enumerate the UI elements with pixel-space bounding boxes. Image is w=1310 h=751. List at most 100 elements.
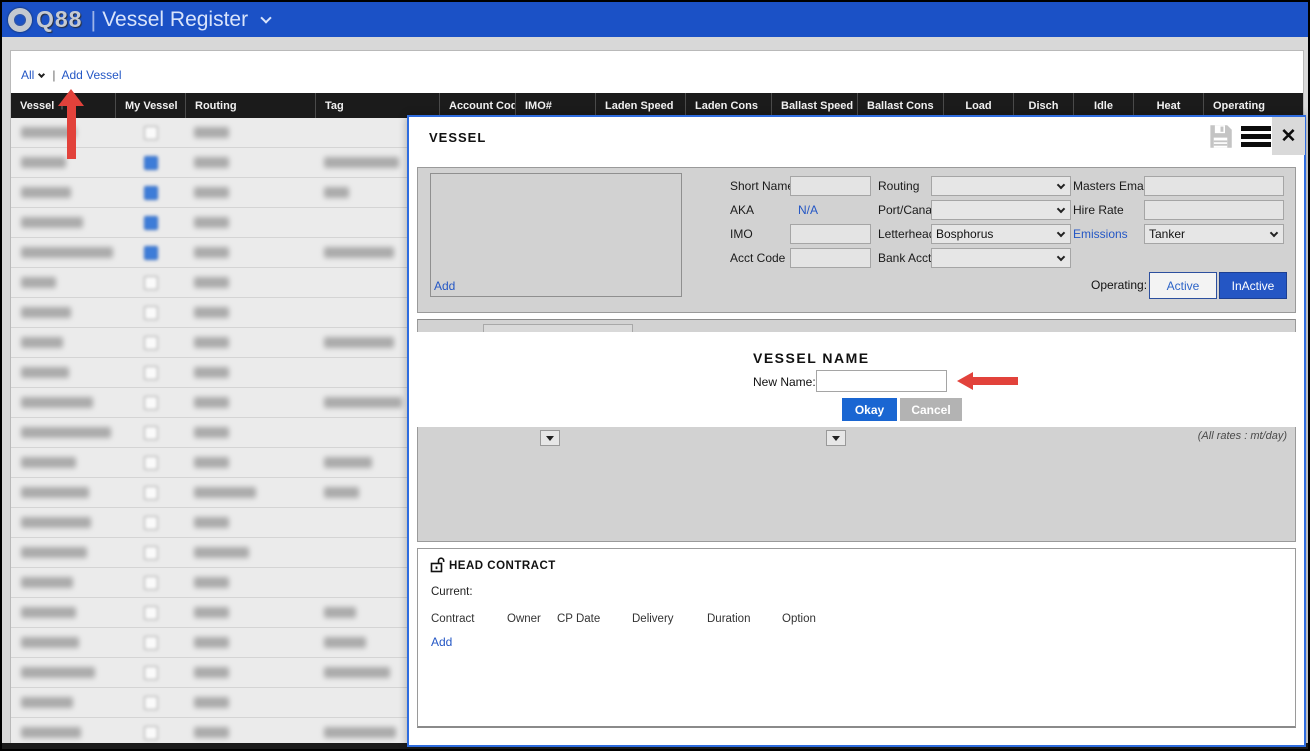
hire-rate-input[interactable] — [1144, 200, 1284, 220]
menu-icon[interactable] — [1241, 126, 1271, 147]
chevron-down-icon — [1057, 228, 1065, 236]
my-vessel-checkbox[interactable] — [144, 306, 158, 320]
chevron-down-icon — [1057, 252, 1065, 260]
my-vessel-checkbox[interactable] — [144, 276, 158, 290]
my-vessel-checkbox[interactable] — [144, 696, 158, 710]
redacted-text — [21, 367, 69, 378]
redacted-text — [324, 607, 356, 618]
redacted-text — [194, 577, 229, 588]
add-vessel-link[interactable]: Add Vessel — [61, 68, 121, 82]
contract-column-delivery: Delivery — [632, 613, 707, 625]
my-vessel-checkbox[interactable] — [144, 726, 158, 740]
redacted-text — [324, 247, 394, 258]
port-canal-label: Port/Canal — [878, 203, 935, 217]
masters-email-input[interactable] — [1144, 176, 1284, 196]
modal-title: VESSEL — [429, 130, 486, 145]
my-vessel-checkbox[interactable] — [144, 426, 158, 440]
close-button[interactable]: ✕ — [1272, 117, 1305, 155]
q88-logo-ring-icon — [8, 8, 32, 32]
my-vessel-checkbox[interactable] — [144, 456, 158, 470]
vessel-photo-placeholder: Add — [430, 173, 682, 297]
my-vessel-checkbox[interactable] — [144, 126, 158, 140]
my-vessel-checkbox[interactable] — [144, 666, 158, 680]
rate-dropdown-button[interactable] — [540, 430, 560, 446]
app-menu-chevron-down-icon[interactable] — [260, 12, 271, 23]
letterhead-select[interactable]: Bosphorus — [931, 224, 1071, 244]
routing-select[interactable] — [931, 176, 1071, 196]
my-vessel-checkbox[interactable] — [144, 396, 158, 410]
contract-column-option: Option — [782, 613, 842, 625]
my-vessel-checkbox[interactable] — [144, 606, 158, 620]
imo-input[interactable] — [790, 224, 871, 244]
cancel-button[interactable]: Cancel — [900, 398, 962, 421]
triangle-down-icon — [546, 436, 554, 441]
add-contract-link[interactable]: Add — [431, 635, 452, 649]
redacted-text — [324, 187, 349, 198]
redacted-text — [194, 547, 249, 558]
my-vessel-checkbox[interactable] — [144, 516, 158, 530]
redacted-text — [194, 187, 229, 198]
contract-column-cp-date: CP Date — [557, 613, 632, 625]
redacted-text — [21, 577, 73, 588]
my-vessel-checkbox[interactable] — [144, 486, 158, 500]
vessel-info-panel: Add Short Name AKA N/A IMO Acct Code Rou… — [417, 167, 1296, 313]
imo-label: IMO — [730, 227, 753, 241]
dialog-title: VESSEL NAME — [753, 350, 870, 366]
filter-chevron-down-icon[interactable] — [38, 70, 45, 77]
filter-all-dropdown[interactable]: All — [21, 68, 34, 82]
unlock-icon[interactable] — [430, 556, 445, 573]
redacted-text — [194, 607, 229, 618]
redacted-text — [194, 337, 229, 348]
redacted-text — [194, 127, 229, 138]
my-vessel-checkbox[interactable] — [144, 156, 158, 170]
acct-code-input[interactable] — [790, 248, 871, 268]
q88-logo: Q88 — [36, 6, 82, 33]
redacted-text — [21, 457, 76, 468]
list-toolbar: All | Add Vessel — [21, 68, 122, 82]
emissions-link[interactable]: Emissions — [1073, 227, 1128, 241]
save-icon[interactable] — [1207, 123, 1234, 150]
current-label: Current: — [431, 586, 473, 598]
column-header-my-vessel[interactable]: My Vessel — [116, 93, 186, 118]
bank-acct-select[interactable] — [931, 248, 1071, 268]
letterhead-label: Letterhead — [878, 227, 935, 241]
column-header-routing[interactable]: Routing — [186, 93, 316, 118]
rate-dropdown-button[interactable] — [826, 430, 846, 446]
add-photo-link[interactable]: Add — [434, 279, 455, 293]
redacted-text — [324, 667, 390, 678]
redacted-text — [21, 697, 73, 708]
my-vessel-checkbox[interactable] — [144, 576, 158, 590]
redacted-text — [194, 367, 229, 378]
my-vessel-checkbox[interactable] — [144, 546, 158, 560]
my-vessel-checkbox[interactable] — [144, 336, 158, 350]
redacted-text — [324, 637, 366, 648]
short-name-input[interactable] — [790, 176, 871, 196]
my-vessel-checkbox[interactable] — [144, 366, 158, 380]
redacted-text — [21, 247, 113, 258]
routing-label: Routing — [878, 179, 919, 193]
my-vessel-checkbox[interactable] — [144, 636, 158, 650]
chevron-down-icon — [1057, 204, 1065, 212]
operating-label: Operating: — [1091, 278, 1147, 292]
port-canal-select[interactable] — [931, 200, 1071, 220]
app-header: Q88 | Vessel Register — [2, 2, 1308, 37]
redacted-text — [21, 637, 79, 648]
annotation-arrow-up-icon — [58, 89, 84, 161]
page-title: Vessel Register — [102, 8, 248, 32]
my-vessel-checkbox[interactable] — [144, 216, 158, 230]
redacted-text — [194, 397, 229, 408]
title-separator: | — [90, 7, 96, 33]
vessel-type-select[interactable]: Tanker — [1144, 224, 1284, 244]
redacted-text — [194, 697, 229, 708]
aka-value-link[interactable]: N/A — [798, 203, 818, 217]
redacted-text — [194, 157, 229, 168]
operating-active-button[interactable]: Active — [1149, 272, 1217, 299]
operating-inactive-button[interactable]: InActive — [1219, 272, 1287, 299]
my-vessel-checkbox[interactable] — [144, 186, 158, 200]
redacted-text — [194, 217, 229, 228]
new-name-input[interactable] — [816, 370, 947, 392]
redacted-text — [324, 727, 396, 738]
okay-button[interactable]: Okay — [842, 398, 897, 421]
my-vessel-checkbox[interactable] — [144, 246, 158, 260]
aka-label: AKA — [730, 203, 754, 217]
